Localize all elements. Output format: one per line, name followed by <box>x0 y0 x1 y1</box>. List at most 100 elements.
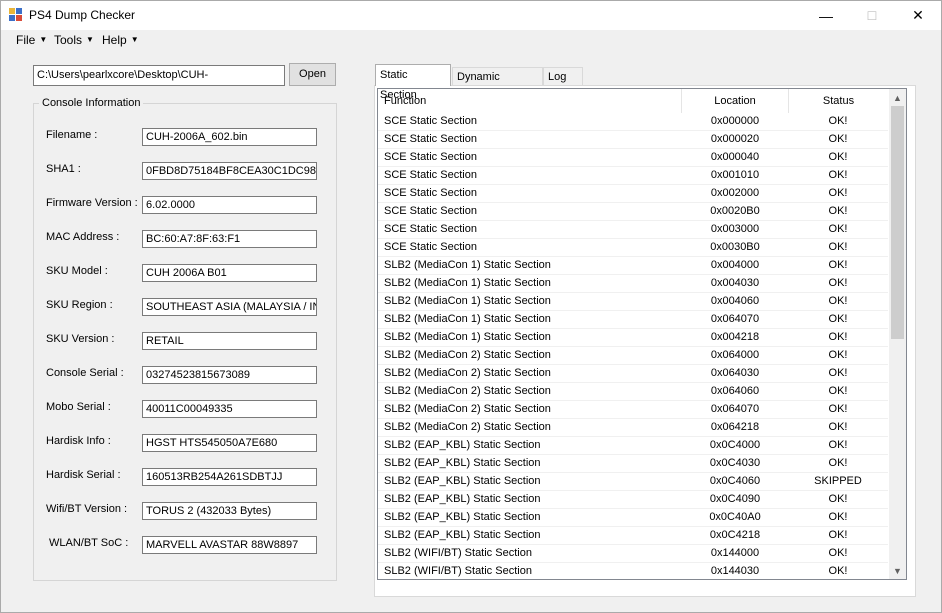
table-row[interactable]: SLB2 (MediaCon 1) Static Section 0x004030… <box>378 275 888 293</box>
table-row[interactable]: SCE Static Section 0x003000 OK! <box>378 221 888 239</box>
console-info-value[interactable]: 6.02.0000 <box>142 196 317 214</box>
status-cell: OK! <box>828 403 848 415</box>
tab-log[interactable]: Log <box>543 67 583 85</box>
menu-tools[interactable]: Tools ▼ <box>54 33 94 47</box>
table-row[interactable]: SLB2 (EAP_KBL) Static Section 0x0C4000 OK! <box>378 437 888 455</box>
status-cell: OK! <box>828 295 848 307</box>
table-row[interactable]: SLB2 (MediaCon 2) Static Section 0x064218… <box>378 419 888 437</box>
location-cell: 0x0020B0 <box>710 205 760 217</box>
function-cell: SLB2 (WIFI/BT) Static Section <box>384 547 532 559</box>
console-info-value[interactable]: RETAIL <box>142 332 317 350</box>
vertical-scrollbar[interactable]: ▲ ▼ <box>889 89 906 579</box>
location-cell: 0x001010 <box>710 169 760 181</box>
location-cell: 0x004060 <box>710 295 760 307</box>
console-info-value[interactable]: MARVELL AVASTAR 88W8897 <box>142 536 317 554</box>
function-cell: SLB2 (MediaCon 1) Static Section <box>384 331 551 343</box>
console-info-value[interactable]: 160513RB254A261SDBTJJ <box>142 468 317 486</box>
table-header: Function Location Status <box>378 89 888 113</box>
console-info-label: Hardisk Info : <box>46 435 111 447</box>
location-cell: 0x004000 <box>710 259 760 271</box>
console-info-value[interactable]: HGST HTS545050A7E680 <box>142 434 317 452</box>
tab-dynamic-section[interactable]: Dynamic Section <box>452 67 543 101</box>
function-cell: SLB2 (EAP_KBL) Static Section <box>384 475 541 487</box>
menu-file[interactable]: File ▼ <box>16 33 47 47</box>
function-cell: SLB2 (EAP_KBL) Static Section <box>384 511 541 523</box>
chevron-down-icon: ▼ <box>86 35 94 44</box>
function-cell: SLB2 (MediaCon 1) Static Section <box>384 259 551 271</box>
table-row[interactable]: SCE Static Section 0x000040 OK! <box>378 149 888 167</box>
file-path-input[interactable] <box>33 65 285 86</box>
scroll-down-icon[interactable]: ▼ <box>889 562 906 579</box>
scrollbar-thumb[interactable] <box>891 106 904 339</box>
table-row[interactable]: SLB2 (EAP_KBL) Static Section 0x0C4090 OK! <box>378 491 888 509</box>
console-info-title: Console Information <box>39 97 144 109</box>
column-header-function[interactable]: Function <box>378 89 682 113</box>
console-info-value[interactable]: 03274523815673089 <box>142 366 317 384</box>
console-info-value[interactable]: CUH 2006A B01 <box>142 264 317 282</box>
console-info-value[interactable]: CUH-2006A_602.bin <box>142 128 317 146</box>
table-row[interactable]: SCE Static Section 0x000000 OK! <box>378 113 888 131</box>
table-row[interactable]: SCE Static Section 0x001010 OK! <box>378 167 888 185</box>
table-row[interactable]: SLB2 (MediaCon 2) Static Section 0x064070… <box>378 401 888 419</box>
location-cell: 0x0030B0 <box>710 241 760 253</box>
location-cell: 0x064000 <box>710 349 760 361</box>
table-row[interactable]: SLB2 (EAP_KBL) Static Section 0x0C40A0 OK! <box>378 509 888 527</box>
console-info-label: WLAN/BT SoC : <box>49 537 129 549</box>
table-row[interactable]: SLB2 (MediaCon 2) Static Section 0x064000… <box>378 347 888 365</box>
table-row[interactable]: SLB2 (MediaCon 2) Static Section 0x064060… <box>378 383 888 401</box>
location-cell: 0x002000 <box>710 187 760 199</box>
window-title: PS4 Dump Checker <box>29 8 136 22</box>
table-row[interactable]: SLB2 (WIFI/BT) Static Section 0x144000 OK! <box>378 545 888 563</box>
function-cell: SCE Static Section <box>384 205 477 217</box>
console-info-value[interactable]: SOUTHEAST ASIA (MALAYSIA / IND <box>142 298 317 316</box>
scroll-up-icon[interactable]: ▲ <box>889 89 906 106</box>
table-row[interactable]: SLB2 (WIFI/BT) Static Section 0x144030 OK! <box>378 563 888 579</box>
status-cell: OK! <box>828 547 848 559</box>
table-row[interactable]: SLB2 (MediaCon 1) Static Section 0x004060… <box>378 293 888 311</box>
chevron-down-icon: ▼ <box>39 35 48 44</box>
status-cell: OK! <box>828 367 848 379</box>
status-cell: SKIPPED <box>814 475 862 487</box>
table-row[interactable]: SLB2 (MediaCon 1) Static Section 0x004218… <box>378 329 888 347</box>
table-row[interactable]: SLB2 (EAP_KBL) Static Section 0x0C4030 OK! <box>378 455 888 473</box>
tab-static-section[interactable]: Static Section <box>375 64 451 101</box>
console-info-value[interactable]: TORUS 2 (432033 Bytes) <box>142 502 317 520</box>
maximize-button[interactable]: ☐ <box>849 1 895 30</box>
close-button[interactable]: ✕ <box>895 1 941 30</box>
location-cell: 0x064030 <box>710 367 760 379</box>
table-row[interactable]: SCE Static Section 0x002000 OK! <box>378 185 888 203</box>
location-cell: 0x004218 <box>710 331 760 343</box>
console-info-value[interactable]: BC:60:A7:8F:63:F1 <box>142 230 317 248</box>
status-cell: OK! <box>828 313 848 325</box>
function-cell: SLB2 (EAP_KBL) Static Section <box>384 493 541 505</box>
minimize-button[interactable]: — <box>803 1 849 30</box>
location-cell: 0x000000 <box>710 115 760 127</box>
console-info-label: Console Serial : <box>46 367 124 379</box>
menu-help[interactable]: Help ▼ <box>102 33 139 47</box>
console-info-value[interactable]: 40011C00049335 <box>142 400 317 418</box>
status-cell: OK! <box>828 565 848 577</box>
table-row[interactable]: SCE Static Section 0x0030B0 OK! <box>378 239 888 257</box>
location-cell: 0x003000 <box>710 223 760 235</box>
console-info-value[interactable]: 0FBD8D75184BF8CEA30C1DC98DC <box>142 162 317 180</box>
table-row[interactable]: SLB2 (MediaCon 2) Static Section 0x064030… <box>378 365 888 383</box>
title-bar[interactable]: PS4 Dump Checker — ☐ ✕ <box>1 1 941 30</box>
section-table[interactable]: Function Location Status SCE Static Sect… <box>377 88 907 580</box>
table-row[interactable]: SLB2 (EAP_KBL) Static Section 0x0C4218 OK! <box>378 527 888 545</box>
function-cell: SLB2 (EAP_KBL) Static Section <box>384 529 541 541</box>
table-row[interactable]: SLB2 (EAP_KBL) Static Section 0x0C4060 SKI… <box>378 473 888 491</box>
column-header-status[interactable]: Status <box>789 89 888 113</box>
function-cell: SLB2 (WIFI/BT) Static Section <box>384 565 532 577</box>
column-header-location[interactable]: Location <box>682 89 789 113</box>
status-cell: OK! <box>828 241 848 253</box>
table-row[interactable]: SLB2 (MediaCon 1) Static Section 0x064070… <box>378 311 888 329</box>
table-row[interactable]: SLB2 (MediaCon 1) Static Section 0x004000… <box>378 257 888 275</box>
open-button[interactable]: Open <box>289 63 336 86</box>
location-cell: 0x064070 <box>710 403 760 415</box>
table-row[interactable]: SCE Static Section 0x000020 OK! <box>378 131 888 149</box>
location-cell: 0x0C4030 <box>709 457 761 469</box>
console-info-label: MAC Address : <box>46 231 120 243</box>
table-row[interactable]: SCE Static Section 0x0020B0 OK! <box>378 203 888 221</box>
location-cell: 0x064218 <box>710 421 760 433</box>
status-cell: OK! <box>828 115 848 127</box>
